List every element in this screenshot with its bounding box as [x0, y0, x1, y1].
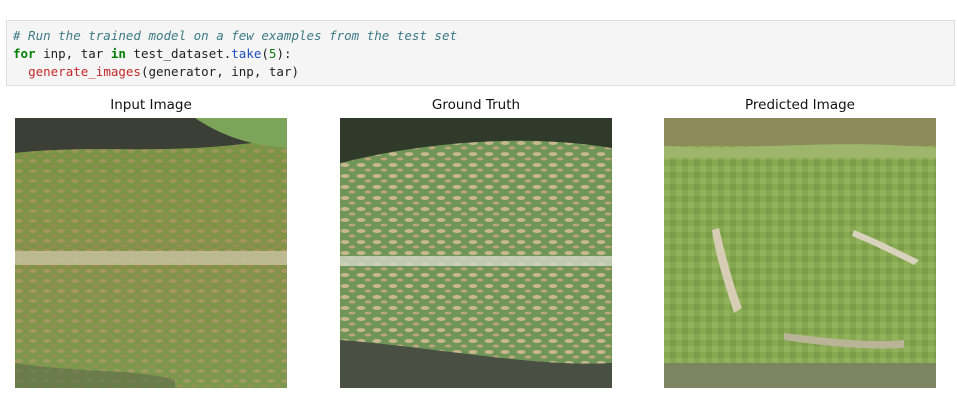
ground-truth-image [340, 118, 612, 388]
dataset-ref: test_dataset. [125, 46, 232, 61]
open-paren: ( [261, 46, 269, 61]
keyword-in: in [110, 46, 126, 61]
code-cell[interactable]: # Run the trained model on a few example… [6, 20, 955, 86]
function-args: (generator, inp, tar) [140, 64, 299, 79]
keyword-for: for [13, 46, 36, 61]
loop-vars: inp, tar [35, 46, 111, 61]
code-editor[interactable]: # Run the trained model on a few example… [13, 27, 457, 81]
panel-title-input: Input Image [110, 97, 192, 113]
method-take: take [231, 46, 262, 61]
predicted-image [664, 118, 936, 388]
input-image [15, 118, 287, 388]
panel-title-predicted: Predicted Image [745, 97, 855, 113]
panel-title-ground-truth: Ground Truth [431, 97, 521, 113]
close-paren: ): [276, 46, 292, 61]
code-comment: # Run the trained model on a few example… [13, 28, 458, 43]
function-call: generate_images [28, 64, 141, 79]
